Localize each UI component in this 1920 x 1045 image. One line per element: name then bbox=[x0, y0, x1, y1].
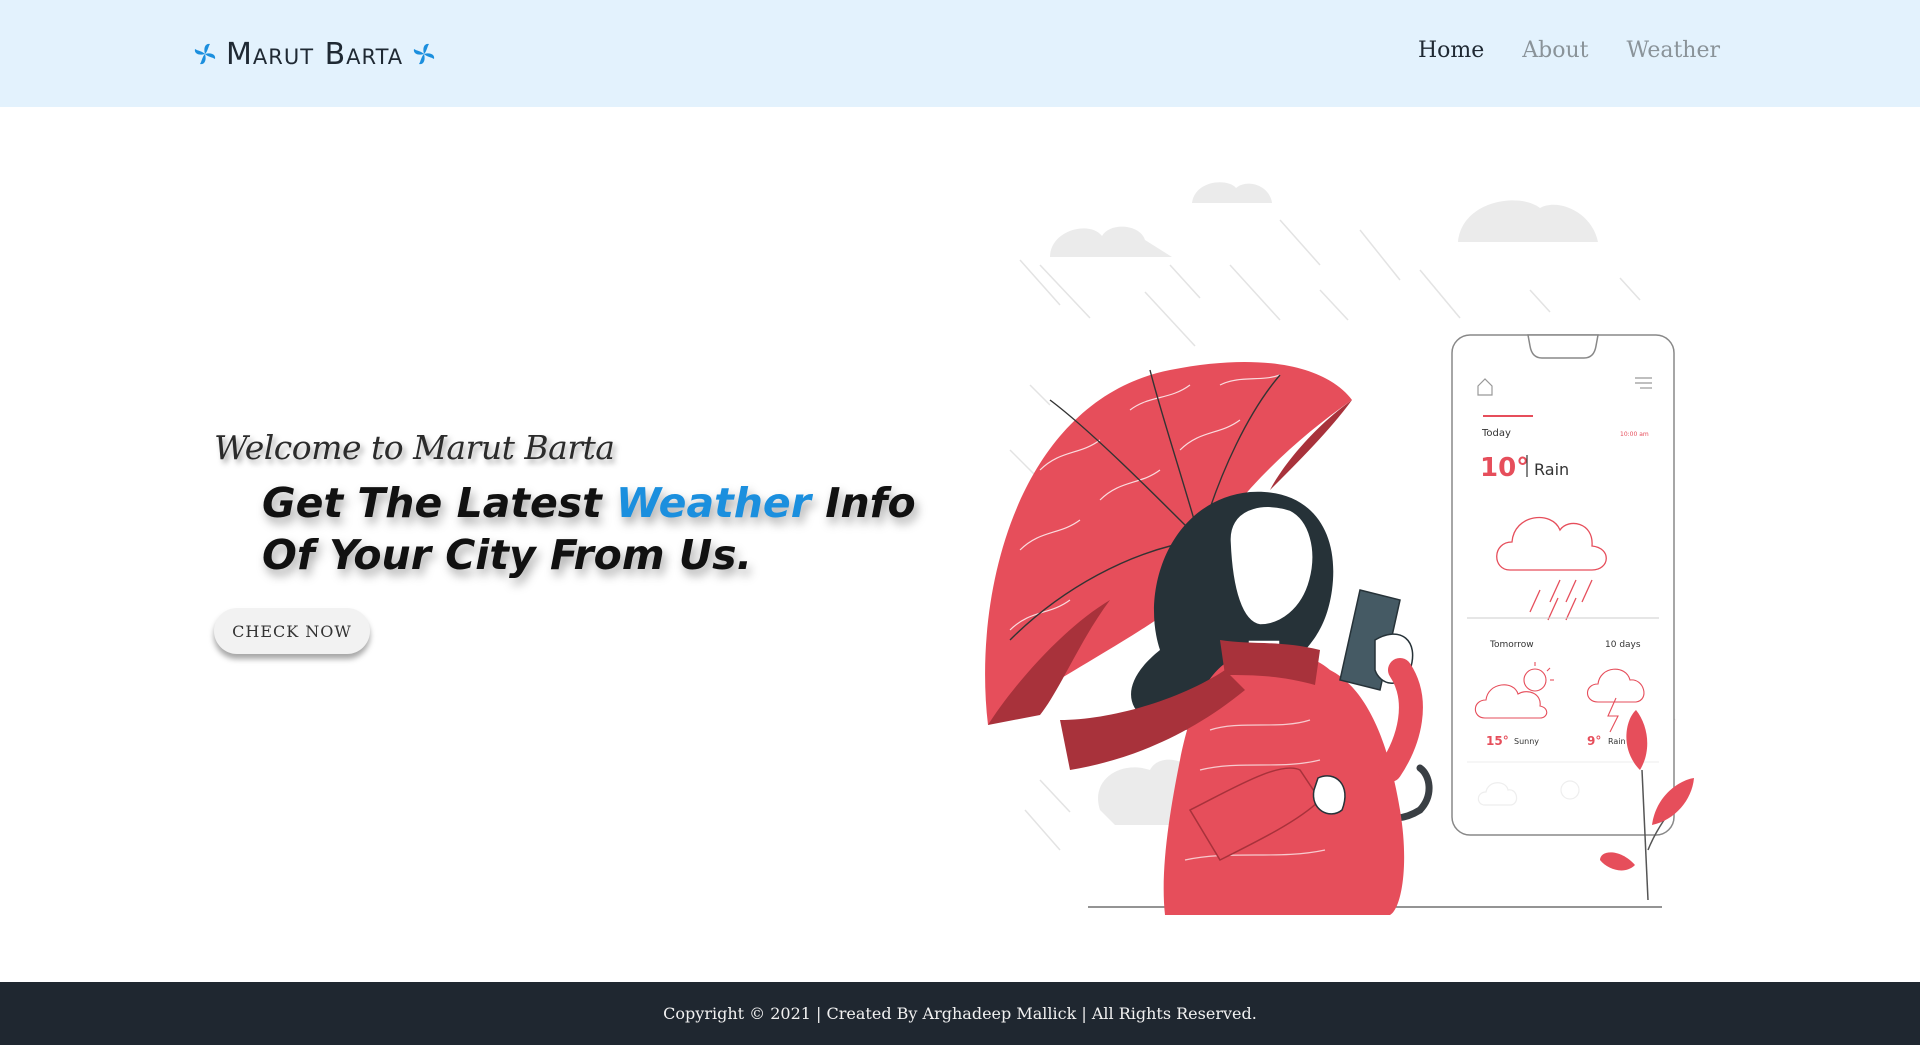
ten-days-label: 10 days bbox=[1605, 640, 1641, 650]
tomorrow-label: Tomorrow bbox=[1489, 640, 1534, 650]
check-now-button[interactable]: CHECK NOW bbox=[214, 608, 370, 654]
nav-menu: Home About Weather bbox=[1418, 38, 1720, 63]
today-label: Today bbox=[1481, 428, 1511, 439]
copyright-text: Copyright © 2021 | Created By Arghadeep … bbox=[663, 1004, 1257, 1023]
ten-cond: Rain bbox=[1608, 737, 1626, 746]
tomorrow-temp: 15° bbox=[1486, 734, 1509, 748]
brand-name: Marut Barta bbox=[226, 36, 404, 72]
nav-item-about[interactable]: About bbox=[1522, 38, 1588, 63]
tomorrow-cond: Sunny bbox=[1514, 737, 1539, 746]
hero-headline: Get The Latest Weather Info Of Your City… bbox=[262, 477, 916, 581]
ten-temp: 9° bbox=[1587, 734, 1601, 748]
brand-logo[interactable]: Marut Barta bbox=[192, 34, 437, 74]
today-cond: Rain bbox=[1534, 460, 1569, 479]
headline-line2: Of Your City From Us. bbox=[262, 531, 753, 579]
fan-icon bbox=[194, 43, 216, 65]
headline-part2: Info bbox=[810, 479, 916, 527]
today-temp: 10° bbox=[1480, 453, 1529, 483]
fan-icon bbox=[414, 43, 435, 65]
headline-part1: Get The Latest bbox=[262, 479, 617, 527]
time-label: 10:00 am bbox=[1620, 431, 1649, 438]
navbar: Marut Barta Home About Weather bbox=[0, 0, 1920, 107]
nav-item-home[interactable]: Home bbox=[1418, 38, 1484, 63]
hero-text: Welcome to Marut Barta Get The Latest We… bbox=[214, 428, 916, 581]
hero-illustration: Today 10:00 am 10° Rain Tomorrow 10 days… bbox=[985, 182, 1694, 915]
footer: Copyright © 2021 | Created By Arghadeep … bbox=[0, 982, 1920, 1045]
headline-highlight: Weather bbox=[616, 479, 811, 527]
nav-item-weather[interactable]: Weather bbox=[1627, 38, 1721, 63]
welcome-text: Welcome to Marut Barta bbox=[214, 428, 615, 467]
